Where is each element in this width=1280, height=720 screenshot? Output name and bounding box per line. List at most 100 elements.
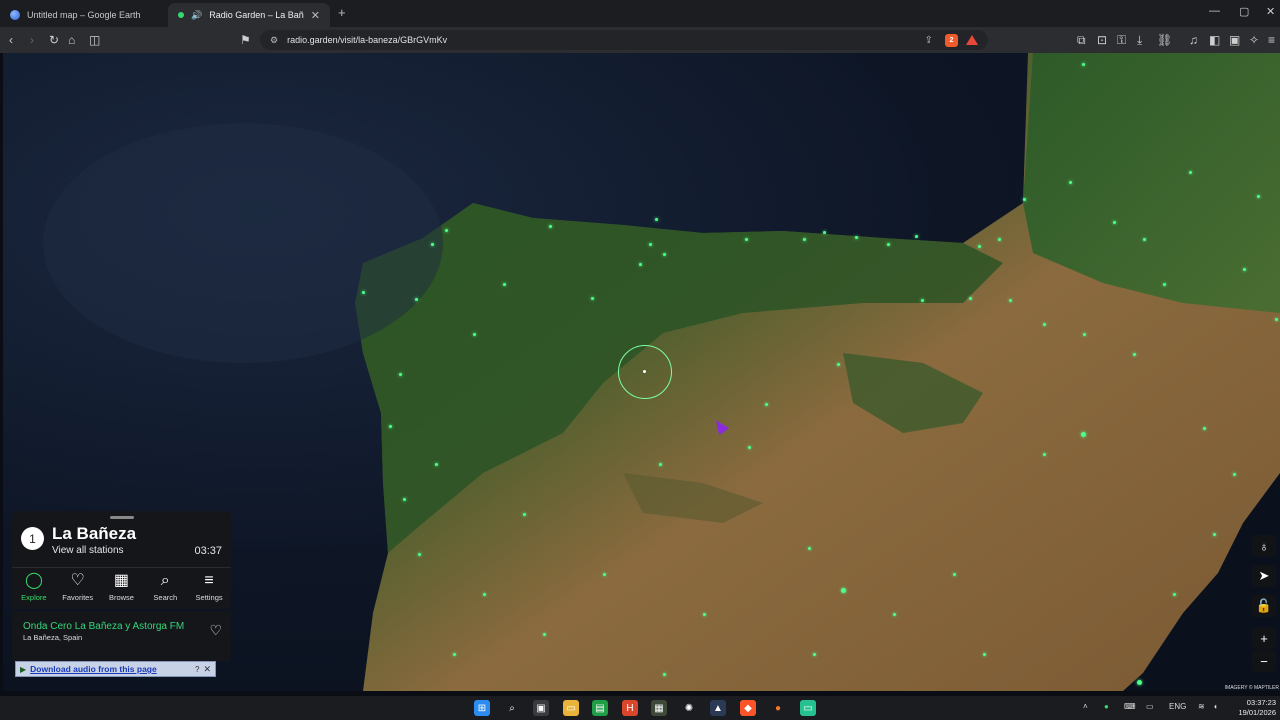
- station-dot[interactable]: [503, 283, 506, 286]
- home-icon[interactable]: ⌂: [68, 32, 75, 48]
- station-dot[interactable]: [823, 231, 826, 234]
- station-dot[interactable]: [808, 547, 811, 550]
- media-icon[interactable]: ♫: [1189, 32, 1198, 48]
- station-list-item[interactable]: Onda Cero La Bañeza y Astorga FM La Bañe…: [12, 611, 231, 661]
- wallet-icon[interactable]: ▣: [1229, 32, 1240, 48]
- nav-browse[interactable]: ▦ Browse: [100, 568, 142, 607]
- nav-favorites[interactable]: ♡ Favorites: [57, 568, 99, 607]
- zoom-in-button[interactable]: +: [1252, 627, 1276, 649]
- station-dot[interactable]: [415, 298, 418, 301]
- back-icon[interactable]: ‹: [9, 32, 13, 48]
- station-dot[interactable]: [1023, 198, 1026, 201]
- url-text[interactable]: radio.garden/visit/la-baneza/GBrGVmKv: [287, 35, 925, 45]
- volume-icon[interactable]: ◖: [1213, 702, 1218, 711]
- globe-style-button[interactable]: ♁: [1252, 535, 1276, 557]
- station-dot[interactable]: [748, 446, 751, 449]
- station-dot[interactable]: [953, 573, 956, 576]
- keyboard-icon[interactable]: ⌨: [1124, 702, 1136, 711]
- extensions-icon[interactable]: ⧉: [1077, 32, 1086, 48]
- chat-app-icon[interactable]: ▭: [800, 700, 816, 716]
- close-download-bar-button[interactable]: ✕: [203, 664, 211, 675]
- favorite-heart-icon[interactable]: ♡: [209, 622, 222, 639]
- windows-start-icon[interactable]: ⊞: [474, 700, 490, 716]
- download-icon[interactable]: ⤓: [1137, 32, 1142, 48]
- station-dot[interactable]: [703, 613, 706, 616]
- forward-icon[interactable]: ›: [30, 32, 34, 48]
- station-dot[interactable]: [915, 235, 918, 238]
- speaker-icon[interactable]: 🔊: [191, 10, 202, 21]
- station-dot[interactable]: [603, 573, 606, 576]
- station-dot[interactable]: [765, 403, 768, 406]
- view-all-stations-link[interactable]: View all stations: [52, 545, 124, 556]
- system-clock[interactable]: 03:37:23 19/01/2026: [1238, 698, 1276, 718]
- tab-radio-garden[interactable]: 🔊 Radio Garden – La Bañeza ✕: [168, 3, 330, 27]
- brave-shield-icon[interactable]: 2: [945, 33, 958, 47]
- station-dot[interactable]: [1233, 473, 1236, 476]
- station-dot[interactable]: [1243, 268, 1246, 271]
- sidebar-icon[interactable]: ◫: [89, 32, 100, 48]
- share-icon[interactable]: ⇪: [925, 35, 933, 46]
- help-button[interactable]: ?: [195, 665, 199, 674]
- site-info-icon[interactable]: ⚙: [270, 35, 278, 46]
- station-dot[interactable]: [998, 238, 1001, 241]
- leo-ai-icon[interactable]: ✧: [1249, 32, 1259, 48]
- station-dot[interactable]: [659, 463, 662, 466]
- key-icon[interactable]: ⚿: [1117, 32, 1126, 48]
- station-dot[interactable]: [921, 299, 924, 302]
- station-dot[interactable]: [1083, 333, 1086, 336]
- bookmark-icon[interactable]: ⚑: [240, 32, 251, 48]
- address-bar[interactable]: ⚙ radio.garden/visit/la-baneza/GBrGVmKv …: [260, 30, 988, 50]
- station-dot[interactable]: [1163, 283, 1166, 286]
- station-dot[interactable]: [978, 245, 981, 248]
- station-dot[interactable]: [639, 263, 642, 266]
- station-dot[interactable]: [893, 613, 896, 616]
- station-dot[interactable]: [663, 253, 666, 256]
- station-dot[interactable]: [435, 463, 438, 466]
- station-dot[interactable]: [813, 653, 816, 656]
- station-dot[interactable]: [1203, 427, 1206, 430]
- station-dot[interactable]: [1189, 171, 1192, 174]
- reload-icon[interactable]: ↻: [49, 32, 59, 48]
- my-location-button[interactable]: ➤: [1252, 565, 1276, 587]
- station-dot[interactable]: [745, 238, 748, 241]
- station-dot[interactable]: [1113, 221, 1116, 224]
- download-audio-link[interactable]: Download audio from this page: [30, 664, 191, 674]
- station-dot[interactable]: [1275, 318, 1278, 321]
- chatgpt-icon[interactable]: ✺: [681, 700, 697, 716]
- tab-google-earth[interactable]: Untitled map – Google Earth: [0, 3, 166, 27]
- reading-list-icon[interactable]: ◧: [1209, 32, 1220, 48]
- station-dot[interactable]: [543, 633, 546, 636]
- station-dot[interactable]: [837, 363, 840, 366]
- spreadsheet-app-icon[interactable]: ▤: [592, 700, 608, 716]
- station-dot[interactable]: [591, 297, 594, 300]
- task-view-icon[interactable]: ▣: [533, 700, 549, 716]
- station-dot[interactable]: [649, 243, 652, 246]
- station-dot[interactable]: [1257, 195, 1260, 198]
- language-indicator[interactable]: ENG: [1169, 702, 1186, 711]
- tray-overflow-icon[interactable]: ˄: [1083, 702, 1088, 711]
- drag-handle[interactable]: [110, 516, 134, 519]
- station-dot[interactable]: [1043, 453, 1046, 456]
- station-dot[interactable]: [983, 653, 986, 656]
- station-dot[interactable]: [663, 673, 666, 676]
- close-window-button[interactable]: ✕: [1266, 5, 1275, 18]
- microphone-app-icon[interactable]: ●: [770, 700, 786, 716]
- station-dot[interactable]: [549, 225, 552, 228]
- station-dot[interactable]: [855, 236, 858, 239]
- menu-icon[interactable]: ≡: [1268, 32, 1275, 48]
- station-dot[interactable]: [887, 243, 890, 246]
- brave-rewards-icon[interactable]: [966, 35, 978, 45]
- station-dot[interactable]: [1213, 533, 1216, 536]
- station-dot[interactable]: [1143, 238, 1146, 241]
- station-dot[interactable]: [362, 291, 365, 294]
- microphone-icon[interactable]: ●: [1104, 702, 1109, 711]
- zoom-out-button[interactable]: −: [1252, 650, 1276, 672]
- station-dot[interactable]: [1069, 181, 1072, 184]
- link-icon[interactable]: ⛓: [1157, 32, 1172, 48]
- station-dot[interactable]: [1133, 353, 1136, 356]
- station-dot[interactable]: [431, 243, 434, 246]
- station-dot[interactable]: [1137, 680, 1142, 685]
- nav-explore[interactable]: ◯ Explore: [13, 568, 55, 607]
- station-dot[interactable]: [1173, 593, 1176, 596]
- file-explorer-icon[interactable]: ▭: [563, 700, 579, 716]
